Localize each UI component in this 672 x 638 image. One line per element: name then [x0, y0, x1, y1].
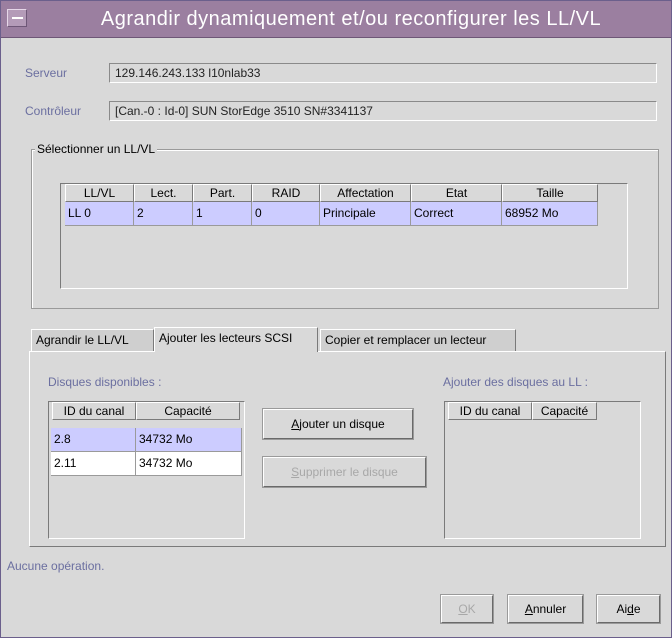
ll-table: LL/VL Lect. Part. RAID Affectation Etat … [60, 183, 628, 289]
cell-channel-id: 2.8 [51, 428, 136, 452]
remove-disk-label: upprimer le disque [299, 465, 398, 479]
title-bar[interactable]: Agrandir dynamiquement et/ou reconfigure… [1, 1, 671, 38]
cancel-button[interactable]: Annuler [507, 594, 584, 624]
dialog-window: Agrandir dynamiquement et/ou reconfigure… [0, 0, 672, 638]
status-text: Aucune opération. [7, 559, 105, 573]
cell-affectation: Principale [320, 202, 411, 226]
help-button[interactable]: Aide [596, 594, 661, 624]
cell-etat: Correct [411, 202, 502, 226]
cell-capacity: 34732 Mo [136, 452, 242, 476]
cell-part: 1 [193, 202, 252, 226]
minus-icon [12, 17, 23, 19]
help-label-pre: Ai [616, 602, 628, 616]
remove-disk-button[interactable]: Supprimer le disque [262, 456, 427, 488]
ll-disk-col-capacity[interactable]: Capacité [532, 402, 597, 420]
ll-col-etat[interactable]: Etat [411, 184, 502, 202]
ll-col-raid[interactable]: RAID [252, 184, 320, 202]
ok-label: K [467, 602, 476, 616]
tab-agrandir[interactable]: Agrandir le LL/VL [31, 329, 154, 351]
cell-lect: 2 [134, 202, 193, 226]
add-disk-label: jouter un disque [299, 417, 385, 431]
ll-col-taille[interactable]: Taille [502, 184, 598, 202]
tab-ajouter-lecteurs[interactable]: Ajouter les lecteurs SCSI [154, 327, 318, 352]
cell-llvl: LL 0 [65, 202, 134, 226]
window-menu-button[interactable] [7, 9, 27, 27]
help-mnemonic: d [627, 602, 634, 616]
ok-button[interactable]: OK [440, 594, 494, 624]
ll-col-llvl[interactable]: LL/VL [65, 184, 134, 202]
window-title: Agrandir dynamiquement et/ou reconfigure… [100, 8, 602, 30]
cancel-mnemonic: A [524, 602, 533, 616]
cell-raid: 0 [252, 202, 320, 226]
select-ll-group-label: Sélectionner un LL/VL [35, 142, 158, 156]
cell-capacity: 34732 Mo [136, 428, 242, 452]
ll-col-affectation[interactable]: Affectation [320, 184, 411, 202]
ll-col-part[interactable]: Part. [193, 184, 252, 202]
ok-mnemonic: O [458, 602, 468, 616]
available-disks-label: Disques disponibles : [48, 375, 162, 389]
cell-channel-id: 2.11 [51, 452, 136, 476]
add-to-ll-table: ID du canal Capacité [444, 401, 641, 539]
controller-field: [Can.-0 : Id-0] SUN StorEdge 3510 SN#334… [109, 101, 657, 121]
avail-col-capacity[interactable]: Capacité [136, 402, 240, 420]
avail-col-id[interactable]: ID du canal [52, 402, 136, 420]
available-disks-table: ID du canal Capacité 2.8 34732 Mo 2.11 3… [48, 401, 245, 539]
add-to-ll-label: Ajouter des disques au LL : [443, 375, 588, 389]
cell-taille: 68952 Mo [502, 202, 598, 226]
ll-disk-col-id[interactable]: ID du canal [448, 402, 532, 420]
remove-disk-mnemonic: S [291, 465, 300, 479]
cancel-label: nnuler [532, 602, 567, 616]
server-field: 129.146.243.133 l10nlab33 [109, 63, 657, 83]
controller-label: Contrôleur [25, 104, 82, 118]
ll-col-lect[interactable]: Lect. [134, 184, 193, 202]
add-disk-button[interactable]: Ajouter un disque [262, 408, 414, 440]
tab-copier-remplacer[interactable]: Copier et remplacer un lecteur [320, 329, 516, 351]
server-label: Serveur [25, 66, 68, 80]
help-label-post: e [633, 602, 641, 616]
